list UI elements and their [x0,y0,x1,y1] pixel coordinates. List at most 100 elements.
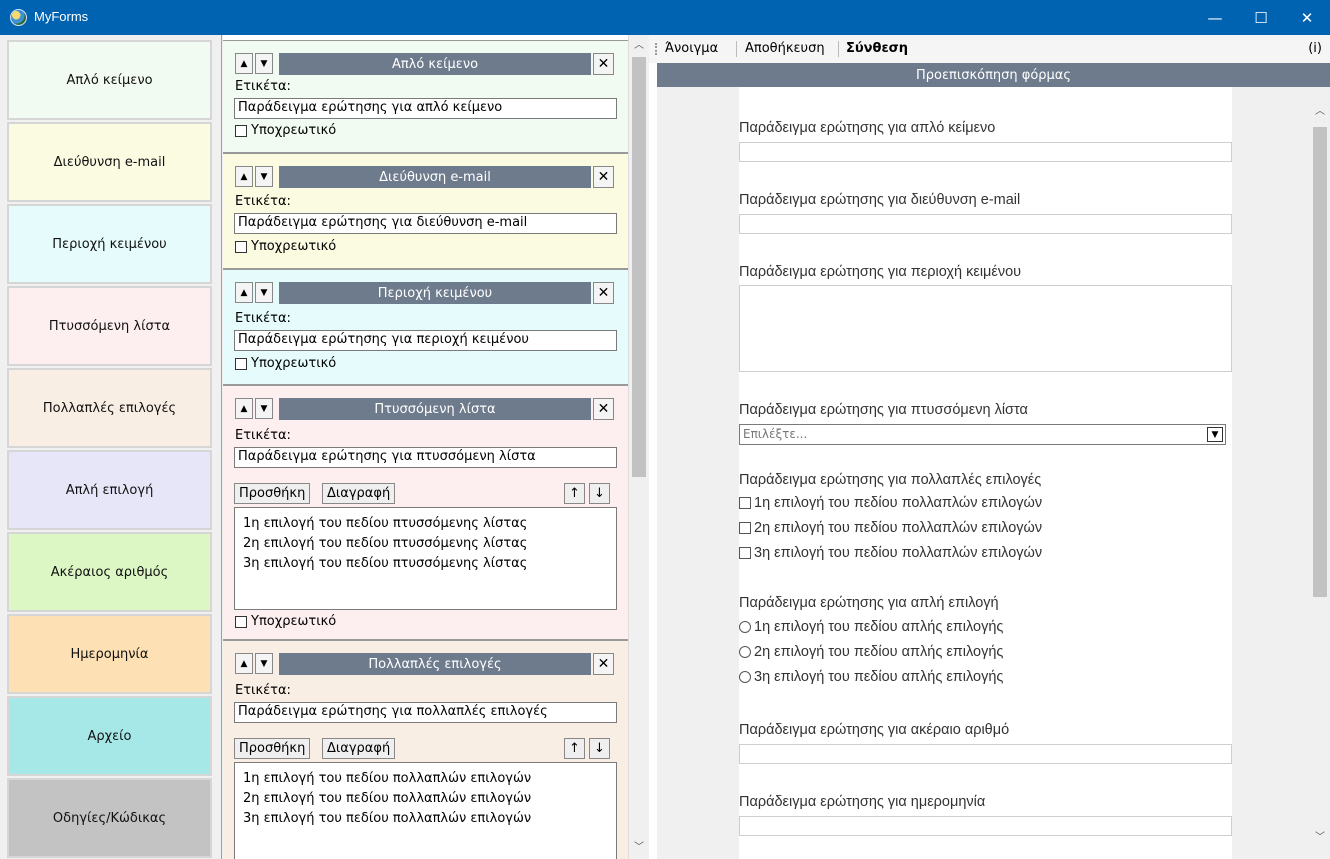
editor-scrollbar[interactable]: ︿ ﹀ [628,35,648,859]
move-up-icon[interactable]: ▲ [235,166,253,187]
preview-textarea[interactable] [739,285,1232,372]
checkbox-icon [739,497,751,509]
preview-email-input[interactable] [739,214,1232,234]
preview-scrollbar[interactable]: ︿ ﹀ [1310,87,1330,859]
minimize-button[interactable]: — [1192,0,1238,35]
list-item[interactable]: 3η επιλογή του πεδίου πτυσσόμενης λίστας [243,554,608,574]
label-input[interactable]: Παράδειγμα ερώτησης για διεύθυνση e-mail [234,213,617,234]
palette-instructions-button[interactable]: Οδηγίες/Κώδικας [7,778,212,858]
list-item[interactable]: 1η επιλογή του πεδίου πολλαπλών επιλογών [243,769,608,789]
preview-radio-option[interactable]: 1η επιλογή του πεδίου απλής επιλογής [739,619,1003,635]
option-down-icon[interactable]: ↓ [589,483,610,504]
delete-option-button[interactable]: Διαγραφή [322,483,396,504]
delete-option-button[interactable]: Διαγραφή [322,738,396,759]
preview-integer-input[interactable] [739,744,1232,764]
window-title: MyForms [34,9,89,24]
palette-file-button[interactable]: Αρχείο [7,696,212,776]
radio-icon [739,621,751,633]
move-up-icon[interactable]: ▲ [235,282,253,303]
move-up-icon[interactable]: ▲ [235,398,253,419]
move-down-icon[interactable]: ▼ [255,653,273,674]
preview-checkbox-option[interactable]: 2η επιλογή του πεδίου πολλαπλών επιλογών [739,520,1042,536]
remove-field-icon[interactable]: ✕ [593,282,614,304]
preview-dropdown[interactable]: Επιλέξτε... ▼ [739,424,1226,445]
add-option-button[interactable]: Προσθήκη [234,738,311,759]
scroll-thumb[interactable] [632,57,646,477]
preview-checkbox-option[interactable]: 3η επιλογή του πεδίου πολλαπλών επιλογών [739,545,1042,561]
menu-bar: Άνοιγμα Αποθήκευση Σύνθεση (i) [649,35,1330,63]
remove-field-icon[interactable]: ✕ [593,166,614,188]
checkbox-icon [235,357,247,370]
palette-plain-text-button[interactable]: Απλό κείμενο [7,40,212,120]
scroll-down-icon[interactable]: ﹀ [1313,831,1327,845]
option-up-icon[interactable]: ↑ [564,738,585,759]
preview-radio-option[interactable]: 3η επιλογή του πεδίου απλής επιλογής [739,669,1003,685]
scroll-down-icon[interactable]: ﹀ [632,841,646,855]
checkbox-icon [235,124,247,137]
required-checkbox[interactable]: Υποχρεωτικό [235,356,336,371]
list-item[interactable]: 2η επιλογή του πεδίου πολλαπλών επιλογών [243,789,608,809]
label-input[interactable]: Παράδειγμα ερώτησης για πτυσσόμενη λίστα [234,447,617,468]
scroll-up-icon[interactable]: ︿ [1313,105,1327,119]
option-label: 2η επιλογή του πεδίου πολλαπλών επιλογών [754,520,1043,536]
required-checkbox[interactable]: Υποχρεωτικό [235,123,336,138]
field-block-multiple-choice: ▲ ▼ Πολλαπλές επιλογές ✕ Ετικέτα: Παράδε… [223,640,628,859]
label-input[interactable]: Παράδειγμα ερώτησης για πολλαπλές επιλογ… [234,702,617,723]
list-item[interactable]: 1η επιλογή του πεδίου πτυσσόμενης λίστας [243,514,608,534]
radio-icon [739,646,751,658]
checkbox-icon [739,547,751,559]
label-caption: Ετικέτα: [235,194,291,209]
close-window-button[interactable]: ✕ [1284,0,1330,35]
menu-save[interactable]: Αποθήκευση [745,41,825,56]
app-logo-icon [10,9,27,26]
scroll-thumb[interactable] [1313,127,1327,597]
scroll-up-icon[interactable]: ︿ [632,39,646,53]
preview-date-input[interactable] [739,816,1232,836]
info-button[interactable]: (i) [1308,41,1322,56]
remove-field-icon[interactable]: ✕ [593,53,614,75]
question-label: Παράδειγμα ερώτησης για απλό κείμενο [739,120,996,136]
required-label: Υποχρεωτικό [251,356,337,371]
palette-multiple-choice-button[interactable]: Πολλαπλές επιλογές [7,368,212,448]
move-down-icon[interactable]: ▼ [255,53,273,74]
add-option-button[interactable]: Προσθήκη [234,483,311,504]
question-label: Παράδειγμα ερώτησης για διεύθυνση e-mail [739,192,1021,208]
required-checkbox[interactable]: Υποχρεωτικό [235,614,336,629]
field-block-title: Πολλαπλές επιλογές [279,653,591,675]
move-up-icon[interactable]: ▲ [235,653,253,674]
maximize-button[interactable]: ☐ [1238,0,1284,35]
palette-email-button[interactable]: Διεύθυνση e-mail [7,122,212,202]
list-item[interactable]: 2η επιλογή του πεδίου πτυσσόμενης λίστας [243,534,608,554]
label-input[interactable]: Παράδειγμα ερώτησης για περιοχή κειμένου [234,330,617,351]
palette-text-area-button[interactable]: Περιοχή κειμένου [7,204,212,284]
move-down-icon[interactable]: ▼ [255,398,273,419]
required-label: Υποχρεωτικό [251,123,337,138]
remove-field-icon[interactable]: ✕ [593,653,614,675]
list-item[interactable]: 3η επιλογή του πεδίου πολλαπλών επιλογών [243,809,608,829]
move-up-icon[interactable]: ▲ [235,53,253,74]
field-block-plain-text: ▲ ▼ Απλό κείμενο ✕ Ετικέτα: Παράδειγμα ε… [223,40,628,153]
preview-radio-option[interactable]: 2η επιλογή του πεδίου απλής επιλογής [739,644,1003,660]
menu-compose[interactable]: Σύνθεση [846,41,908,56]
option-down-icon[interactable]: ↓ [589,738,610,759]
option-up-icon[interactable]: ↑ [564,483,585,504]
menu-open[interactable]: Άνοιγμα [665,41,718,56]
options-list[interactable]: 1η επιλογή του πεδίου πολλαπλών επιλογών… [234,762,617,859]
required-checkbox[interactable]: Υποχρεωτικό [235,239,336,254]
palette-single-choice-button[interactable]: Απλή επιλογή [7,450,212,530]
preview-checkbox-option[interactable]: 1η επιλογή του πεδίου πολλαπλών επιλογών [739,495,1042,511]
move-down-icon[interactable]: ▼ [255,282,273,303]
palette-dropdown-button[interactable]: Πτυσσόμενη λίστα [7,286,212,366]
options-list[interactable]: 1η επιλογή του πεδίου πτυσσόμενης λίστας… [234,507,617,610]
remove-field-icon[interactable]: ✕ [593,398,614,420]
preview-text-input[interactable] [739,142,1232,162]
field-block-dropdown: ▲ ▼ Πτυσσόμενη λίστα ✕ Ετικέτα: Παράδειγ… [223,385,628,640]
checkbox-icon [739,522,751,534]
move-down-icon[interactable]: ▼ [255,166,273,187]
palette-date-button[interactable]: Ημερομηνία [7,614,212,694]
question-label: Παράδειγμα ερώτησης για απλή επιλογή [739,595,999,611]
palette-integer-button[interactable]: Ακέραιος αριθμός [7,532,212,612]
label-input[interactable]: Παράδειγμα ερώτησης για απλό κείμενο [234,98,617,119]
option-label: 3η επιλογή του πεδίου απλής επιλογής [754,669,1004,685]
label-caption: Ετικέτα: [235,311,291,326]
